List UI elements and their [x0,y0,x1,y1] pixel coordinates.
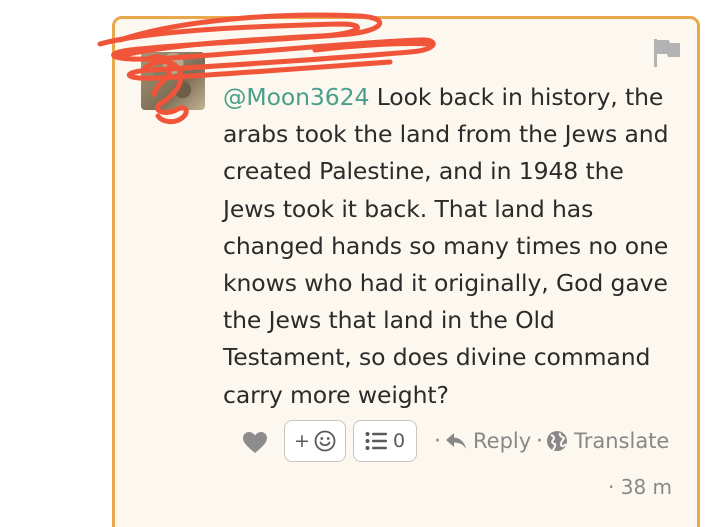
list-count-button[interactable]: 0 [353,420,417,462]
comment-body: @Moon3624 Look back in history, the arab… [223,79,683,414]
comment-actions: + 0 · Reply · Translate [240,420,690,466]
user-mention-link[interactable]: @Moon3624 [223,83,369,111]
flag-icon[interactable] [651,37,683,69]
reply-button[interactable]: Reply [445,429,531,453]
separator-dot: · [434,429,441,454]
reply-label: Reply [473,429,532,453]
translate-button[interactable]: Translate [546,429,669,453]
avatar[interactable] [141,52,205,110]
translate-label: Translate [574,429,670,453]
add-reaction-plus: + [294,430,310,452]
list-icon [365,432,387,450]
heart-icon[interactable] [243,432,267,454]
list-count: 0 [392,430,406,452]
add-reaction-button[interactable]: + [284,420,346,462]
separator-dot: · [536,429,543,454]
reply-arrow-icon [446,433,466,449]
comment-page: @Moon3624 Look back in history, the arab… [0,0,720,527]
smiley-icon [314,430,336,452]
globe-icon [547,431,567,451]
timestamp: · 38 m [608,475,673,499]
comment-text: Look back in history, the arabs took the… [223,83,669,409]
